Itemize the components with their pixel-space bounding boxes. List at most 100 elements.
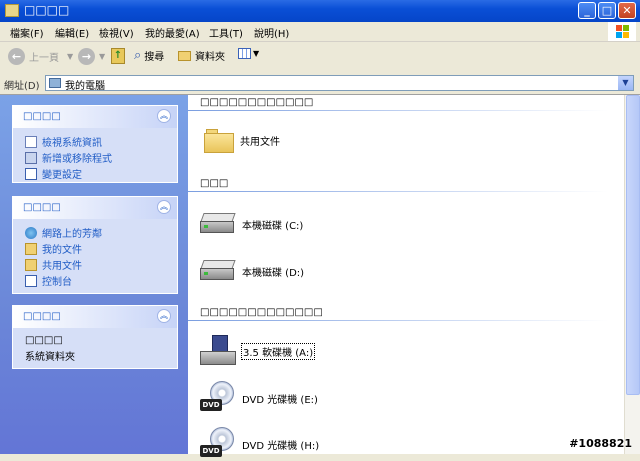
title-bar: □□□□ _ □ ✕ (0, 0, 640, 22)
folders-button[interactable]: 資料夾 (178, 48, 225, 63)
back-label: 上一頁 (29, 53, 59, 64)
vertical-scrollbar[interactable] (624, 95, 640, 454)
menu-favorites[interactable]: 我的最愛(A) (145, 25, 200, 40)
views-button[interactable]: ▼ (238, 48, 259, 59)
menu-help[interactable]: 說明(H) (254, 25, 289, 40)
panel-title: □□□□ (23, 111, 61, 122)
file-list: □□□□□□□□□□□□ 共用文件 □□□ 本機磁碟 (C:) 本機磁碟 (D:… (188, 95, 624, 457)
up-folder-button[interactable]: ↑ (111, 48, 125, 64)
my-documents-link[interactable]: 我的文件 (25, 241, 82, 256)
group-header: □□□□□□□□□□□□ (200, 97, 314, 108)
link-label: 控制台 (42, 277, 72, 288)
up-folder-icon: ↑ (111, 48, 125, 64)
scrollbar-thumb[interactable] (626, 95, 640, 395)
menu-file[interactable]: 檔案(F) (10, 25, 44, 40)
floppy-drive-icon (200, 335, 236, 367)
address-dropdown-button[interactable]: ▼ (618, 76, 633, 90)
dvd-drive-icon: DVD (200, 427, 236, 461)
group-header: □□□□□□□□□□□□□ (200, 307, 323, 318)
watermark: #1088821 (569, 437, 632, 450)
dvd-h-item[interactable]: DVD DVD 光碟機 (H:) (200, 427, 319, 461)
minimize-button[interactable]: _ (578, 2, 596, 19)
address-input[interactable]: 我的電腦 ▼ (45, 75, 634, 92)
folder-icon (204, 127, 234, 153)
back-button[interactable]: ← 上一頁 ▼ (8, 48, 73, 65)
programs-icon (25, 151, 37, 164)
details-title: □□□□ (25, 335, 63, 346)
maximize-button[interactable]: □ (598, 2, 616, 19)
hard-disk-icon (200, 260, 236, 282)
address-bar: 網址(D) 我的電腦 ▼ (0, 73, 640, 95)
network-places-link[interactable]: 網路上的芳鄰 (25, 225, 102, 240)
shared-documents-item[interactable]: 共用文件 (204, 127, 280, 153)
group-divider (188, 110, 608, 111)
folders-label: 資料夾 (195, 52, 225, 63)
item-label: DVD 光碟機 (E:) (242, 394, 318, 406)
close-button[interactable]: ✕ (618, 2, 636, 19)
item-label: 本機磁碟 (C:) (242, 220, 304, 232)
address-label: 網址(D) (4, 81, 40, 92)
documents-folder-icon (25, 242, 37, 255)
shared-folder-icon (25, 258, 37, 271)
search-icon: ⌕ (134, 48, 142, 63)
search-label: 搜尋 (144, 52, 165, 63)
details-subtitle: 系統資料夾 (25, 352, 75, 363)
item-label: 3.5 軟碟機 (A:) (240, 342, 316, 360)
add-remove-programs-link[interactable]: 新增或移除程式 (25, 150, 112, 165)
folder-icon (5, 4, 19, 17)
floppy-a-item[interactable]: 3.5 軟碟機 (A:) (200, 335, 316, 367)
computer-icon (49, 78, 61, 88)
panel-header[interactable]: □□□□ ︽ (13, 306, 177, 328)
collapse-icon[interactable]: ︽ (157, 309, 171, 323)
panel-title: □□□□ (23, 202, 61, 213)
group-header: □□□ (200, 178, 229, 189)
chevron-down-icon: ▼ (99, 52, 106, 61)
panel-header[interactable]: □□□□ ︽ (13, 197, 177, 219)
item-label: DVD 光碟機 (H:) (242, 440, 320, 452)
chevron-down-icon: ▼ (253, 49, 260, 58)
window-title: □□□□ (24, 3, 70, 17)
menu-edit[interactable]: 編輯(E) (55, 25, 89, 40)
panel-title: □□□□ (23, 311, 61, 322)
view-system-info-link[interactable]: 檢視系統資訊 (25, 134, 102, 149)
item-label: 本機磁碟 (D:) (242, 267, 305, 279)
link-label: 我的文件 (42, 245, 82, 256)
group-divider (188, 191, 608, 192)
toolbar: ← 上一頁 ▼ → ▼ ↑ ⌕ 搜尋 資料夾 ▼ (0, 42, 640, 74)
menu-bar: 檔案(F) 編輯(E) 檢視(V) 我的最愛(A) 工具(T) 說明(H) (0, 22, 640, 42)
shared-documents-link[interactable]: 共用文件 (25, 257, 82, 272)
link-label: 變更設定 (42, 170, 82, 181)
back-arrow-icon: ← (8, 48, 25, 65)
local-disk-c-item[interactable]: 本機磁碟 (C:) (200, 213, 303, 235)
group-divider (188, 320, 608, 321)
collapse-icon[interactable]: ︽ (157, 200, 171, 214)
menu-tools[interactable]: 工具(T) (209, 25, 243, 40)
forward-arrow-icon: → (78, 48, 95, 65)
details-panel: □□□□ ︽ □□□□ 系統資料夾 (12, 305, 178, 369)
collapse-icon[interactable]: ︽ (157, 109, 171, 123)
other-places-panel: □□□□ ︽ 網路上的芳鄰 我的文件 共用文件 控制台 (12, 196, 178, 294)
control-panel-icon (25, 274, 37, 287)
link-label: 新增或移除程式 (42, 154, 112, 165)
network-icon (25, 226, 37, 239)
change-settings-link[interactable]: 變更設定 (25, 166, 82, 181)
settings-icon (25, 167, 37, 180)
system-info-icon (25, 135, 37, 148)
folders-icon (178, 50, 191, 61)
local-disk-d-item[interactable]: 本機磁碟 (D:) (200, 260, 304, 282)
search-button[interactable]: ⌕ 搜尋 (134, 48, 164, 63)
windows-logo-icon (608, 22, 636, 41)
menu-view[interactable]: 檢視(V) (99, 25, 134, 40)
link-label: 共用文件 (42, 261, 82, 272)
system-tasks-panel: □□□□ ︽ 檢視系統資訊 新增或移除程式 變更設定 (12, 105, 178, 183)
hard-disk-icon (200, 213, 236, 235)
item-label: 共用文件 (240, 136, 280, 148)
dvd-e-item[interactable]: DVD DVD 光碟機 (E:) (200, 381, 318, 415)
panel-header[interactable]: □□□□ ︽ (13, 106, 177, 128)
address-value: 我的電腦 (65, 81, 105, 92)
forward-button[interactable]: → ▼ (78, 48, 105, 65)
control-panel-link[interactable]: 控制台 (25, 273, 72, 288)
link-label: 檢視系統資訊 (42, 138, 102, 149)
chevron-down-icon: ▼ (67, 52, 74, 61)
link-label: 網路上的芳鄰 (42, 229, 102, 240)
